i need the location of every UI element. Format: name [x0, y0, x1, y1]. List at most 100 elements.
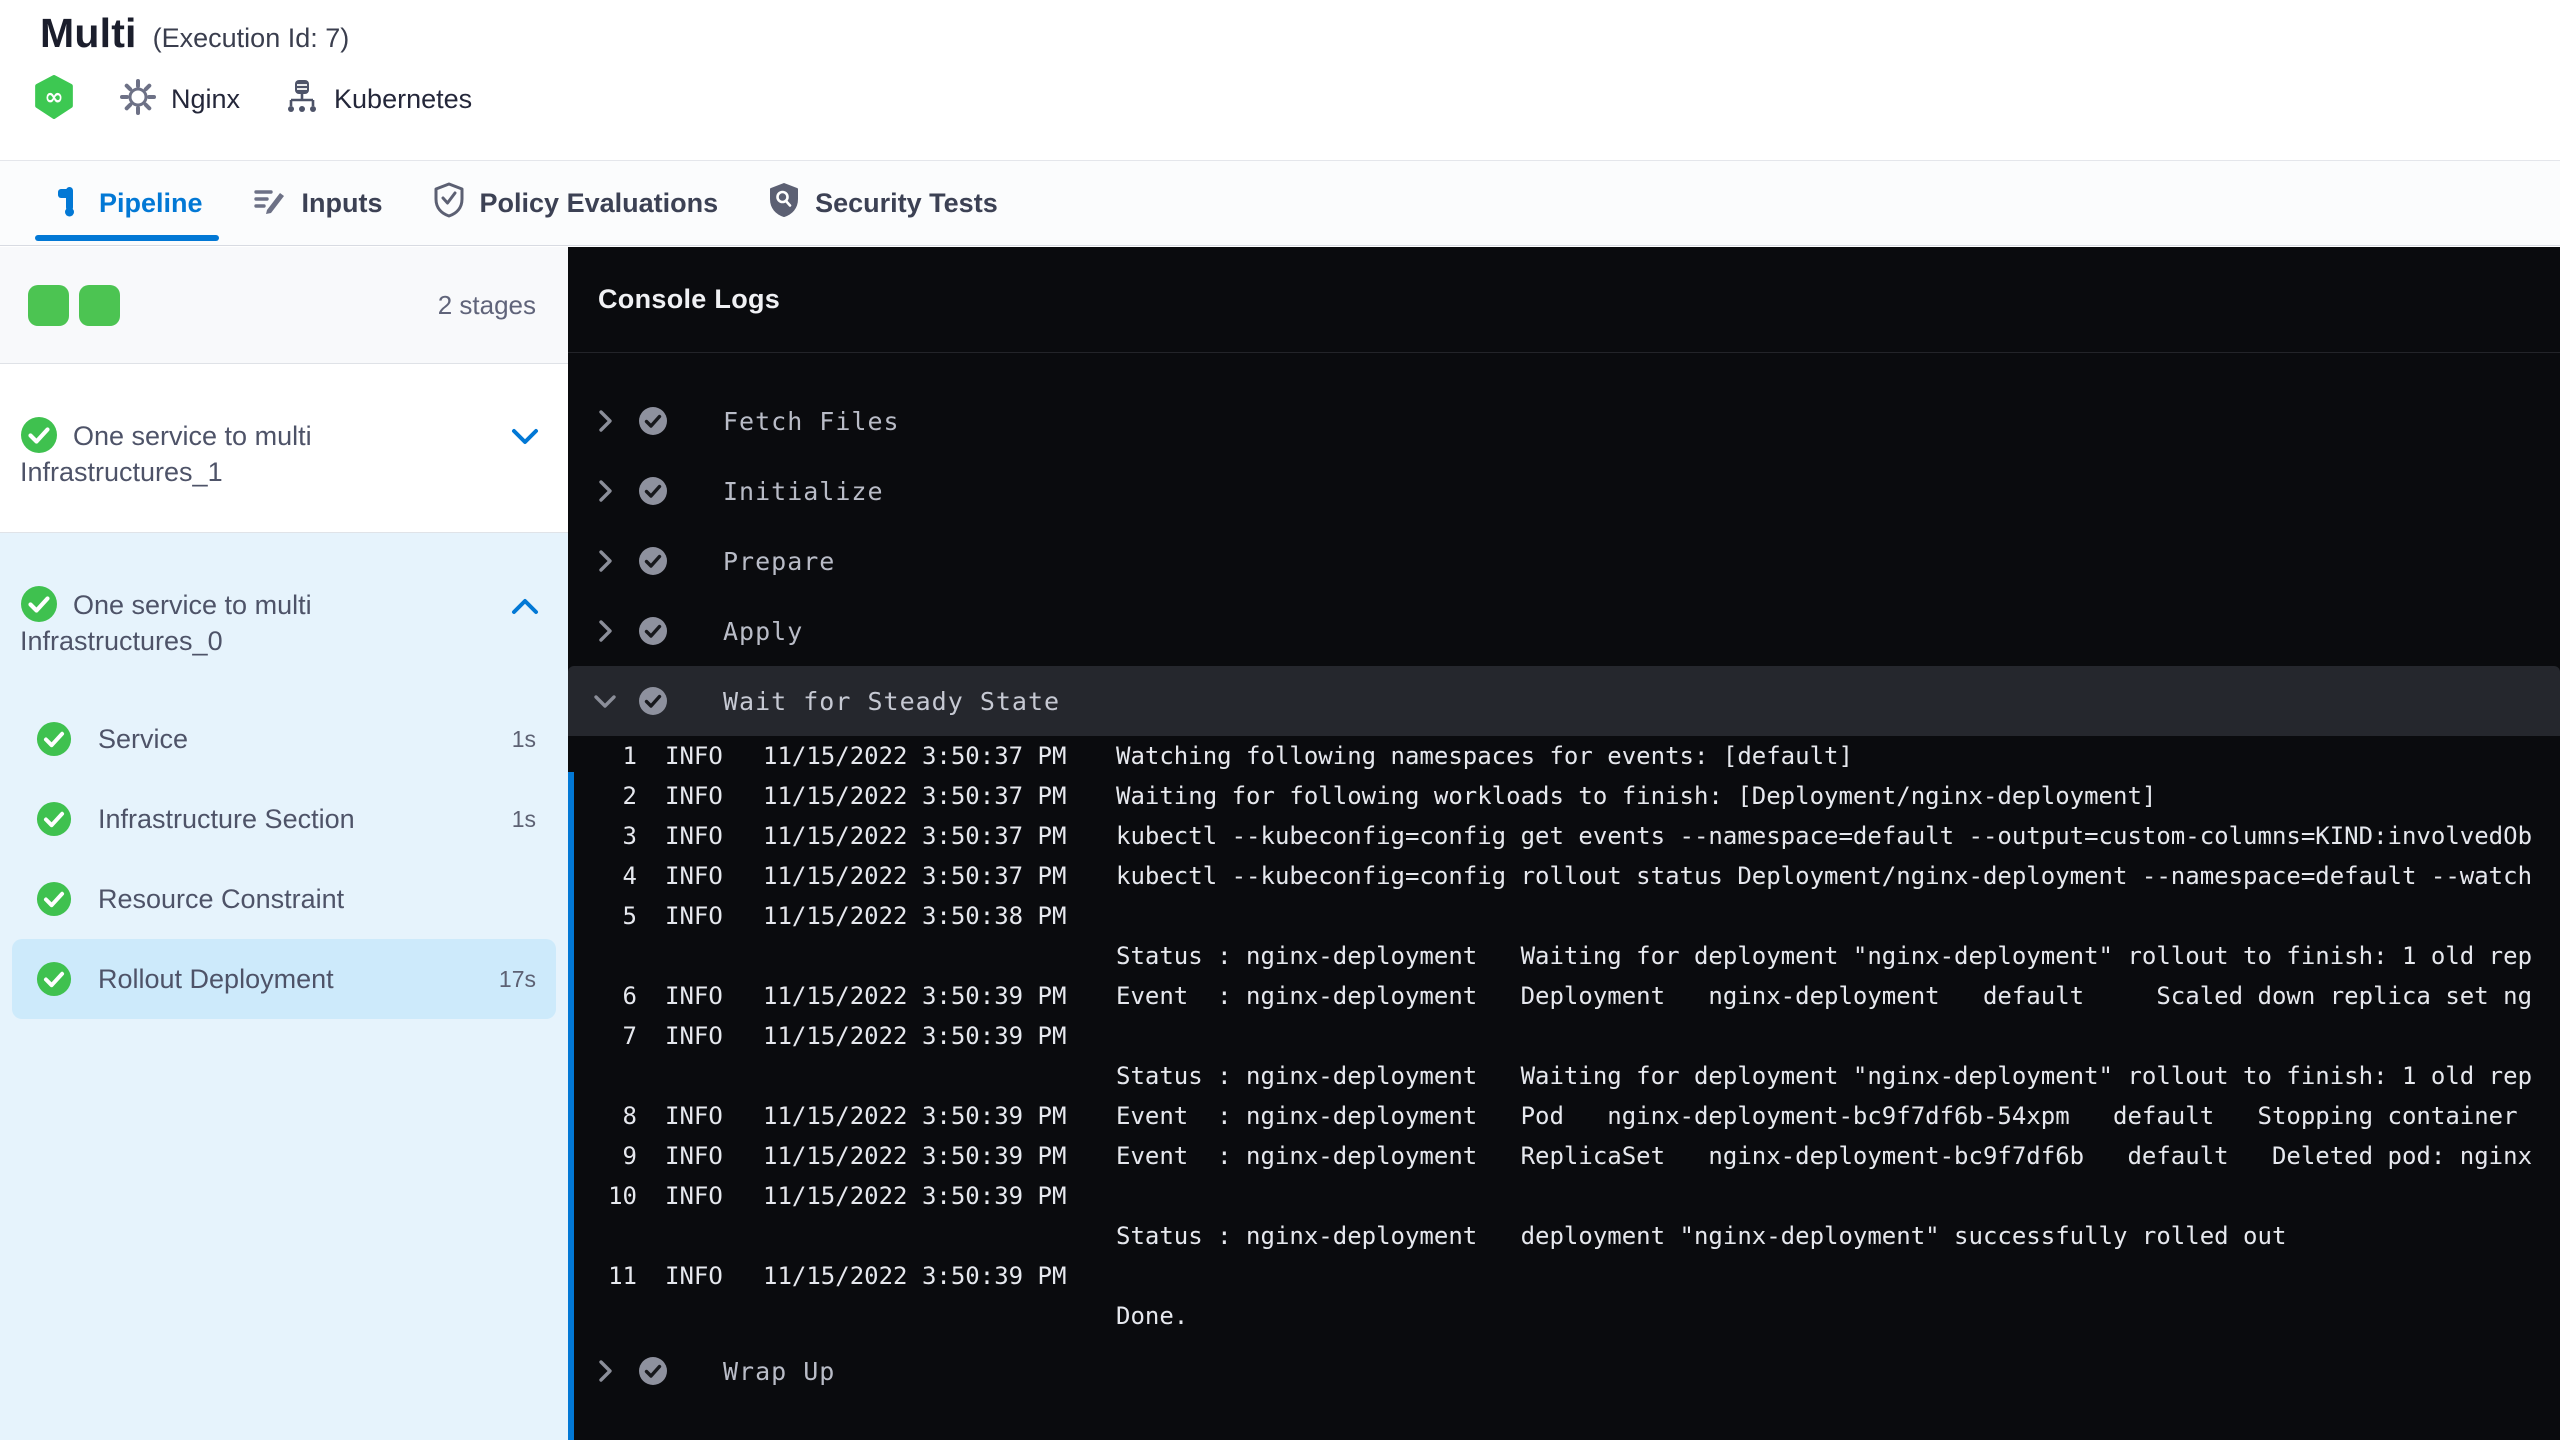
console-step-list: Fetch Files Initialize Prepare Apply Wai… — [568, 353, 2560, 1440]
log-line: Done. — [568, 1296, 2560, 1336]
log-message: Status : nginx-deployment Waiting for de… — [1116, 1062, 2533, 1090]
log-line-number — [589, 936, 637, 976]
chevron-right-icon[interactable] — [590, 616, 620, 646]
stage-item-infrastructures-0[interactable]: One service to multi Infrastructures_0 — [0, 533, 568, 699]
success-check-icon — [36, 961, 72, 997]
log-message: Status : nginx-deployment deployment "ng… — [1116, 1222, 2287, 1250]
console-step-apply[interactable]: Apply — [568, 596, 2560, 666]
chevron-right-icon[interactable] — [590, 1356, 620, 1386]
log-line-number — [589, 1056, 637, 1096]
success-check-icon — [36, 881, 72, 917]
console-step-wrap-up[interactable]: Wrap Up — [568, 1336, 2560, 1406]
log-timestamp: 11/15/2022 3:50:39 PM — [763, 1102, 1067, 1130]
log-level: INFO — [665, 1102, 723, 1130]
gear-icon — [119, 78, 157, 121]
log-line: 8 INFO 11/15/2022 3:50:39 PM Event : ngi… — [568, 1096, 2560, 1136]
log-timestamp: 11/15/2022 3:50:39 PM — [763, 1142, 1067, 1170]
success-check-icon — [36, 801, 72, 837]
log-line: Status : nginx-deployment Waiting for de… — [568, 1056, 2560, 1096]
step-duration: 1s — [511, 725, 536, 752]
log-line-number: 1 — [622, 742, 637, 770]
step-label: Service — [98, 723, 189, 754]
log-line-number: 9 — [622, 1142, 637, 1170]
log-line: 7 INFO 11/15/2022 3:50:39 PM — [568, 1016, 2560, 1056]
execution-id: (Execution Id: 7) — [152, 23, 350, 53]
console-step-wait-for-steady-state[interactable]: Wait for Steady State — [568, 666, 2560, 736]
console-step-label: Prepare — [723, 546, 836, 576]
step-label: Resource Constraint — [98, 883, 345, 914]
app-header: Multi (Execution Id: 7) ∞ Nginx Kubernet… — [0, 0, 2560, 160]
shield-check-icon — [433, 182, 465, 225]
log-timestamp: 11/15/2022 3:50:37 PM — [763, 782, 1067, 810]
console-panel: Console Logs Fetch Files Initialize Prep… — [568, 247, 2560, 1440]
step-item-service[interactable]: Service 1s — [12, 699, 556, 779]
log-level — [665, 1216, 731, 1256]
success-check-icon — [638, 476, 668, 506]
selected-section-accent — [568, 772, 574, 1440]
console-step-fetch-files[interactable]: Fetch Files — [568, 386, 2560, 456]
services-row: ∞ Nginx Kubernetes — [33, 74, 472, 124]
stage-item-infrastructures-1[interactable]: One service to multi Infrastructures_1 — [0, 364, 568, 533]
success-check-icon — [638, 546, 668, 576]
log-message: Done. — [1116, 1302, 1189, 1330]
log-level: INFO — [665, 742, 723, 770]
log-timestamp: 11/15/2022 3:50:39 PM — [763, 1182, 1067, 1210]
log-line-number: 5 — [622, 902, 637, 930]
log-line: 5 INFO 11/15/2022 3:50:38 PM — [568, 896, 2560, 936]
log-level — [665, 936, 731, 976]
chevron-right-icon[interactable] — [590, 476, 620, 506]
success-check-icon — [638, 1356, 668, 1386]
tab-security-tests[interactable]: Security Tests — [768, 161, 998, 245]
success-check-icon — [638, 686, 668, 716]
log-message: Event : nginx-deployment Pod nginx-deplo… — [1116, 1102, 2518, 1130]
log-level — [665, 1296, 731, 1336]
log-line: 1 INFO 11/15/2022 3:50:37 PM Watching fo… — [568, 736, 2560, 776]
tab-inputs[interactable]: Inputs — [253, 161, 383, 245]
log-timestamp — [763, 1296, 1116, 1336]
harness-cd-icon: ∞ — [33, 74, 75, 124]
console-step-label: Wrap Up — [723, 1356, 836, 1386]
pipeline-icon — [54, 183, 84, 224]
log-timestamp: 11/15/2022 3:50:39 PM — [763, 982, 1067, 1010]
log-line-number: 6 — [622, 982, 637, 1010]
step-label: Infrastructure Section — [98, 803, 355, 834]
log-line-number — [589, 1216, 637, 1256]
success-check-icon — [20, 585, 58, 623]
chevron-right-icon[interactable] — [590, 546, 620, 576]
stage-count: 2 stages — [437, 289, 536, 320]
infrastructure-icon — [284, 78, 320, 121]
tab-pipeline[interactable]: Pipeline — [35, 161, 219, 245]
chevron-up-icon[interactable] — [510, 595, 540, 617]
chevron-down-icon[interactable] — [590, 686, 620, 716]
step-item-resource-constraint[interactable]: Resource Constraint — [12, 859, 556, 939]
success-check-icon — [36, 721, 72, 757]
log-line: 2 INFO 11/15/2022 3:50:37 PM Waiting for… — [568, 776, 2560, 816]
log-line: 10 INFO 11/15/2022 3:50:39 PM — [568, 1176, 2560, 1216]
log-line: 6 INFO 11/15/2022 3:50:39 PM Event : ngi… — [568, 976, 2560, 1016]
stage-status-square[interactable] — [79, 284, 120, 326]
chevron-right-icon[interactable] — [590, 406, 620, 436]
step-item-rollout-deployment[interactable]: Rollout Deployment 17s — [12, 939, 556, 1019]
log-block: 1 INFO 11/15/2022 3:50:37 PM Watching fo… — [568, 736, 2560, 1336]
stage-status-square[interactable] — [28, 284, 69, 326]
console-step-initialize[interactable]: Initialize — [568, 456, 2560, 526]
page-title: Multi — [40, 10, 137, 56]
console-step-prepare[interactable]: Prepare — [568, 526, 2560, 596]
stage-summary: 2 stages — [0, 247, 568, 364]
inputs-icon — [253, 184, 287, 223]
step-item-infrastructure-section[interactable]: Infrastructure Section 1s — [12, 779, 556, 859]
log-timestamp: 11/15/2022 3:50:37 PM — [763, 862, 1067, 890]
step-duration: 17s — [498, 965, 536, 992]
tab-label: Inputs — [301, 187, 383, 218]
tab-policy-evaluations[interactable]: Policy Evaluations — [433, 161, 718, 245]
log-timestamp — [763, 1216, 1116, 1256]
step-duration: 1s — [511, 805, 536, 832]
success-check-icon — [638, 406, 668, 436]
log-timestamp: 11/15/2022 3:50:38 PM — [763, 902, 1067, 930]
log-line: Status : nginx-deployment Waiting for de… — [568, 936, 2560, 976]
stage-label: One service to multi Infrastructures_1 — [20, 421, 312, 487]
log-message — [1116, 1176, 2560, 1216]
svg-text:∞: ∞ — [44, 84, 63, 110]
chevron-down-icon[interactable] — [510, 426, 540, 448]
stage-label: One service to multi Infrastructures_0 — [20, 590, 312, 656]
